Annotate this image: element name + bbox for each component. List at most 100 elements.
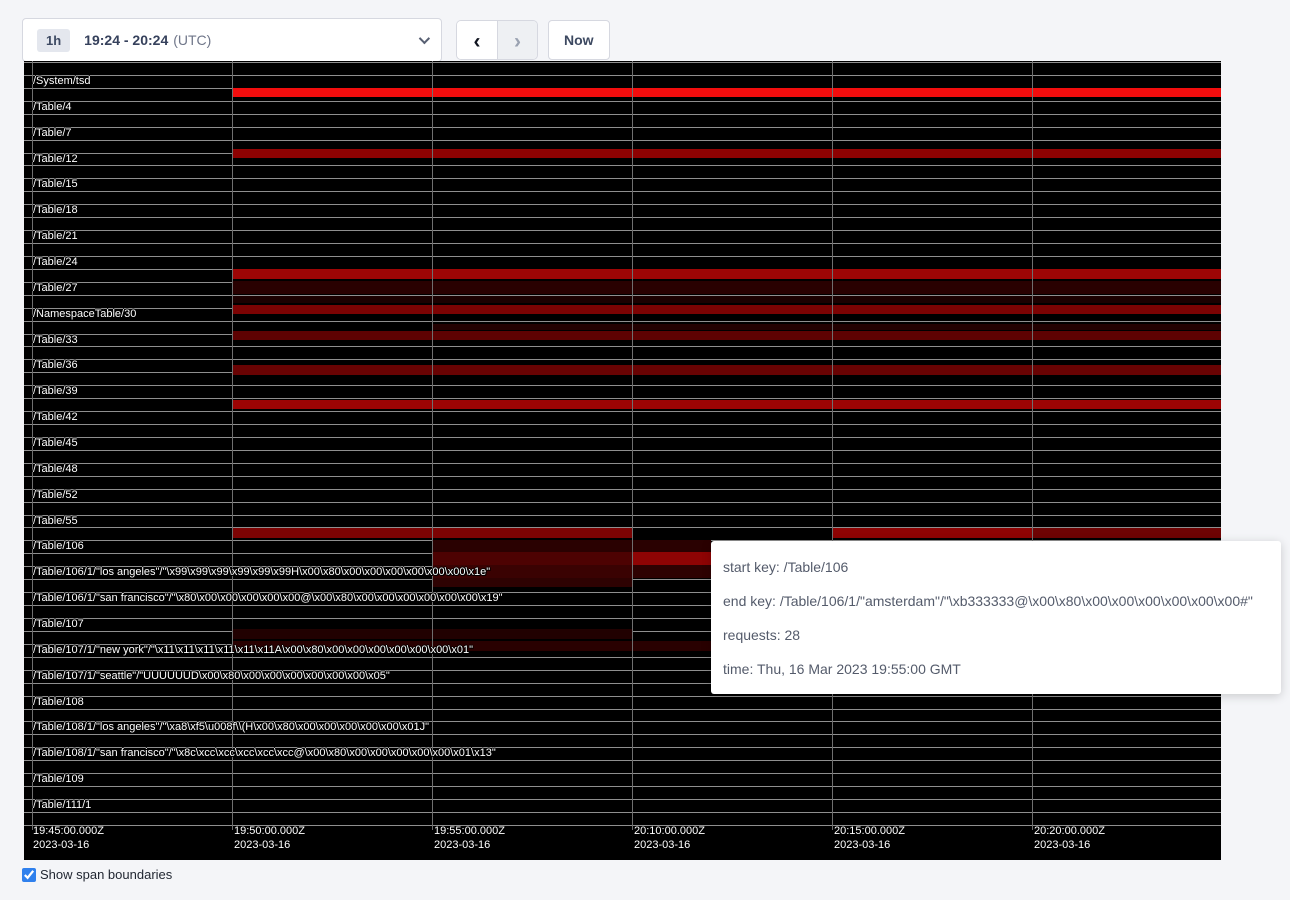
heatmap-band[interactable] [232,331,1221,340]
span-boundary-line [24,230,1221,231]
key-visualizer-heatmap[interactable]: /System/tsd/Table/4/Table/7/Table/12/Tab… [24,61,1221,860]
heatmap-band[interactable] [432,540,711,552]
span-boundary-line [24,424,1221,425]
show-span-boundaries-control[interactable]: Show span boundaries [22,867,172,882]
row-label: /Table/106/1/"los angeles"/"\x99\x99\x99… [33,566,490,579]
span-boundary-line [24,709,1221,710]
x-axis-label: 19:55:00.000Z2023-03-16 [434,824,505,852]
span-boundary-line [24,256,1221,257]
span-boundary-line [24,450,1221,451]
row-label: /Table/39 [33,385,78,398]
show-span-boundaries-checkbox[interactable] [22,868,36,882]
prev-range-button[interactable]: ‹ [457,21,497,60]
chevron-down-icon [419,33,430,44]
span-boundary-line [24,502,1221,503]
heatmap-band[interactable] [232,305,1221,314]
span-boundary-line [24,243,1221,244]
span-boundary-line [24,178,1221,179]
time-gridline [432,61,433,830]
range-nav-group: ‹ › [456,20,538,60]
heatmap-band[interactable] [232,400,1221,409]
heatmap-band[interactable] [632,565,711,578]
row-label: /Table/109 [33,773,84,786]
x-axis-label: 20:15:00.000Z2023-03-16 [834,824,905,852]
row-label: /NamespaceTable/30 [33,308,136,321]
range-text: 19:24 - 20:24 [84,32,168,48]
span-boundary-line [24,463,1221,464]
row-label: /Table/21 [33,230,78,243]
row-label: /Table/36 [33,359,78,372]
span-boundary-line [24,321,1221,322]
span-boundary-line [24,773,1221,774]
time-gridline [632,61,633,830]
row-label: /Table/106 [33,540,84,553]
span-boundary-line [24,799,1221,800]
span-boundary-line [24,140,1221,141]
heatmap-band[interactable] [432,578,632,587]
x-axis-label: 19:50:00.000Z2023-03-16 [234,824,305,852]
time-gridline [832,61,833,830]
heatmap-band[interactable] [632,552,711,565]
range-duration-badge: 1h [37,29,70,52]
heatmap-band[interactable] [232,365,1221,375]
row-label: /Table/107/1/"seattle"/"UUUUUUD\x00\x80\… [33,670,390,683]
span-boundary-line [24,204,1221,205]
span-boundary-line [24,734,1221,735]
heatmap-band[interactable] [432,552,632,565]
row-label: /Table/12 [33,153,78,166]
span-boundary-line [24,114,1221,115]
span-boundary-line [24,437,1221,438]
time-gridline [1032,61,1033,830]
row-label: /Table/33 [33,334,78,347]
span-boundary-line [24,62,1221,63]
row-label: /Table/55 [33,515,78,528]
toolbar: 1h 19:24 - 20:24 (UTC) ‹ › Now [22,18,610,62]
heatmap-band[interactable] [232,149,1221,158]
heatmap-band[interactable] [232,296,1221,303]
span-boundary-line [24,476,1221,477]
x-axis-label: 20:10:00.000Z2023-03-16 [634,824,705,852]
span-boundary-line [24,515,1221,516]
time-gridline [232,61,233,830]
span-boundary-line [24,346,1221,347]
span-boundary-line [24,786,1221,787]
heatmap-band[interactable] [432,324,1221,330]
tooltip-time: time: Thu, 16 Mar 2023 19:55:00 GMT [723,652,1269,686]
span-boundary-line [24,165,1221,166]
span-boundary-line [24,385,1221,386]
span-boundary-line [24,359,1221,360]
now-button[interactable]: Now [548,20,610,60]
tooltip-requests: requests: 28 [723,618,1269,652]
heatmap-band[interactable] [832,528,1032,538]
span-boundary-line [24,75,1221,76]
row-label: /Table/45 [33,437,78,450]
row-label: /Table/27 [33,282,78,295]
span-boundary-line [24,696,1221,697]
span-boundary-line [24,191,1221,192]
span-boundary-line [24,489,1221,490]
span-boundary-line [24,127,1221,128]
row-label: /Table/48 [33,463,78,476]
hover-tooltip: start key: /Table/106 end key: /Table/10… [711,541,1281,694]
tooltip-start-key: start key: /Table/106 [723,550,1269,584]
span-boundary-line [24,101,1221,102]
tooltip-end-key: end key: /Table/106/1/"amsterdam"/"\xb33… [723,584,1269,618]
row-label: /Table/7 [33,127,72,140]
row-label: /Table/107/1/"new york"/"\x11\x11\x11\x1… [33,644,473,657]
row-label: /Table/24 [33,256,78,269]
span-boundary-line [24,217,1221,218]
heatmap-band[interactable] [232,88,1221,97]
row-label: /Table/108 [33,696,84,709]
row-label: /Table/42 [33,411,78,424]
time-range-selector[interactable]: 1h 19:24 - 20:24 (UTC) [22,18,442,62]
row-label: /Table/15 [33,178,78,191]
x-axis-label: 20:20:00.000Z2023-03-16 [1034,824,1105,852]
heatmap-band[interactable] [232,281,1221,294]
span-boundary-line [24,411,1221,412]
row-label: /Table/52 [33,489,78,502]
heatmap-band[interactable] [232,269,1221,279]
heatmap-band[interactable] [1032,528,1221,538]
next-range-button[interactable]: › [497,21,537,60]
row-label: /Table/18 [33,204,78,217]
row-label: /Table/107 [33,618,84,631]
